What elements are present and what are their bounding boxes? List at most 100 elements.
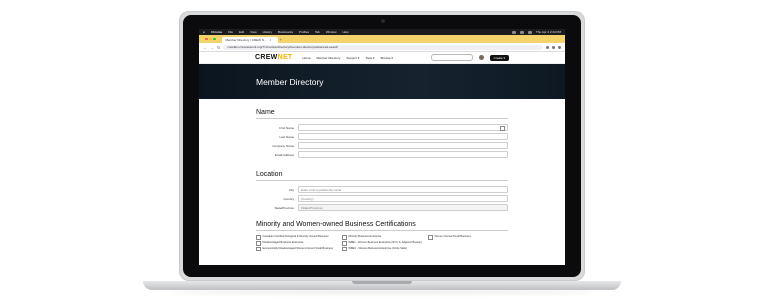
email-label: Email Address [274,152,294,157]
nav-browse[interactable]: Browse ▾ [381,56,393,60]
forward-icon[interactable]: → [210,45,214,50]
last-name-field[interactable] [298,133,508,140]
divider [256,230,508,231]
state-select[interactable]: (State/Province) [298,204,508,211]
address-bar-row: ← → ↻ crewfam.crewnetwork.org/?=/memberd… [199,43,565,52]
cert-label: Disadvantaged Business Enterprise [262,240,304,244]
menu-dots-icon[interactable] [558,45,561,49]
checkbox[interactable] [342,246,347,252]
last-name-label: Last Name [279,134,294,139]
certifications-heading: Minority and Women-owned Business Certif… [256,221,416,228]
country-select[interactable]: (Country) [298,195,508,202]
close-window-icon[interactable] [205,37,208,41]
cert-item[interactable]: Economically Disadvantaged Women-Owned S… [256,247,342,252]
checkbox[interactable] [342,235,347,240]
menu-help[interactable]: Help [343,30,349,34]
site-search-input[interactable] [430,54,473,61]
email-row: Email Address [256,150,508,159]
menubar-clock[interactable]: Thu Apr 4 2:34 PM [536,30,561,34]
nav-member-directory[interactable]: Member Directory [317,56,341,60]
nav-home[interactable]: Home [303,56,311,60]
first-name-label: First Name [279,125,294,130]
email-field[interactable] [298,151,508,158]
maximize-window-icon[interactable] [213,37,216,41]
cert-item[interactable]: Women Owned Small Business [428,235,514,240]
menubar-status: Thu Apr 4 2:34 PM [511,30,561,34]
page-title: Member Directory [256,76,324,87]
checkbox[interactable] [342,241,347,246]
laptop-shadow [170,290,594,294]
crew-logo[interactable]: CREWNET [255,54,293,61]
checkbox[interactable] [428,235,433,240]
city-field[interactable]: Enter a list to partial city name [298,186,508,193]
apple-icon[interactable]: ● [203,30,205,34]
logo-main: CREW [255,54,278,61]
menubar-app[interactable]: Chrome [211,30,222,34]
city-label: City [288,187,294,192]
company-name-label: Company Name [272,143,294,148]
cert-label: WBEc - Women Business Enterprise (WI U.S… [348,240,422,244]
last-name-row: Last Name [256,132,508,141]
nav-tools[interactable]: Tools ▾ [365,56,374,60]
tab-title: Member Directory | CREW N... [225,38,267,42]
browser-actions [546,45,561,49]
first-name-row: First Name [256,123,508,132]
nav-support[interactable]: Support ▾ [346,56,359,60]
checkbox[interactable] [256,246,261,252]
certifications-list: Canadian Certified Aboriginal & Minority… [256,235,508,252]
url-field[interactable]: crewfam.crewnetwork.org/?=/memberdirecto… [223,44,543,50]
divider [256,180,508,181]
create-button[interactable]: Create ▾ [489,54,509,61]
country-row: Country (Country) [256,194,508,203]
contact-card-icon[interactable] [500,126,505,131]
cert-label: Canadian Certified Aboriginal & Minority… [262,235,329,238]
browser-tab[interactable]: Member Directory | CREW N... × [221,37,278,43]
cert-label: Women Owned Small Business [434,235,471,238]
search-form: Name First Name Last Name Company Name E… [199,109,565,252]
cert-item[interactable]: Canadian Certified Aboriginal & Minority… [256,235,342,240]
state-label: State/Province [274,205,294,210]
menu-edit[interactable]: Edit [239,30,244,34]
hero-banner: Member Directory [199,64,565,99]
laptop-notch [352,281,412,284]
first-name-field[interactable] [298,124,508,131]
avatar[interactable] [478,55,484,60]
site-nav: Home Member Directory Support ▾ Tools ▾ … [303,56,393,60]
screen: ● Chrome File Edit View History Bookmark… [199,29,565,265]
cert-label: WBEC - Women Business Enterprise (Circle… [348,246,408,250]
site-header: CREWNET Home Member Directory Support ▾ … [199,52,565,64]
cert-label: Economically Disadvantaged Women-Owned S… [262,246,333,250]
menu-file[interactable]: File [228,30,233,34]
location-heading: Location [256,171,283,178]
battery-icon[interactable] [527,30,532,34]
wifi-icon[interactable] [519,30,524,34]
company-name-field[interactable] [298,142,508,149]
menu-profiles[interactable]: Profiles [299,30,309,34]
state-row: State/Province (State/Province) [256,203,508,212]
cert-item[interactable]: Disadvantaged Business Enterprise [256,241,342,246]
new-tab-icon[interactable]: + [280,37,282,42]
checkbox[interactable] [256,241,261,246]
country-label: Country [283,196,294,201]
cert-item[interactable]: Minority Business Enterprise [342,235,428,240]
checkbox[interactable] [256,235,261,240]
cert-item[interactable]: WBEc - Women Business Enterprise (WI U.S… [342,241,428,246]
menu-window[interactable]: Window [326,30,337,34]
minimize-window-icon[interactable] [209,37,212,41]
extensions-icon[interactable] [552,45,555,49]
menu-history[interactable]: History [263,30,272,34]
menu-bookmarks[interactable]: Bookmarks [278,30,293,34]
cert-label: Minority Business Enterprise [348,235,382,238]
cert-item[interactable]: WBEC - Women Business Enterprise (Circle… [342,247,428,252]
divider [256,118,508,119]
window-controls [205,37,216,41]
browser-tabbar: Member Directory | CREW N... × + [199,35,565,43]
back-icon[interactable]: ← [203,45,207,50]
status-icon[interactable] [511,30,516,34]
menu-view[interactable]: View [250,30,256,34]
menu-tab[interactable]: Tab [315,30,320,34]
reload-icon[interactable]: ↻ [217,45,220,50]
tab-close-icon[interactable]: × [269,38,271,42]
camera-icon [381,19,385,23]
star-icon[interactable] [546,45,549,49]
